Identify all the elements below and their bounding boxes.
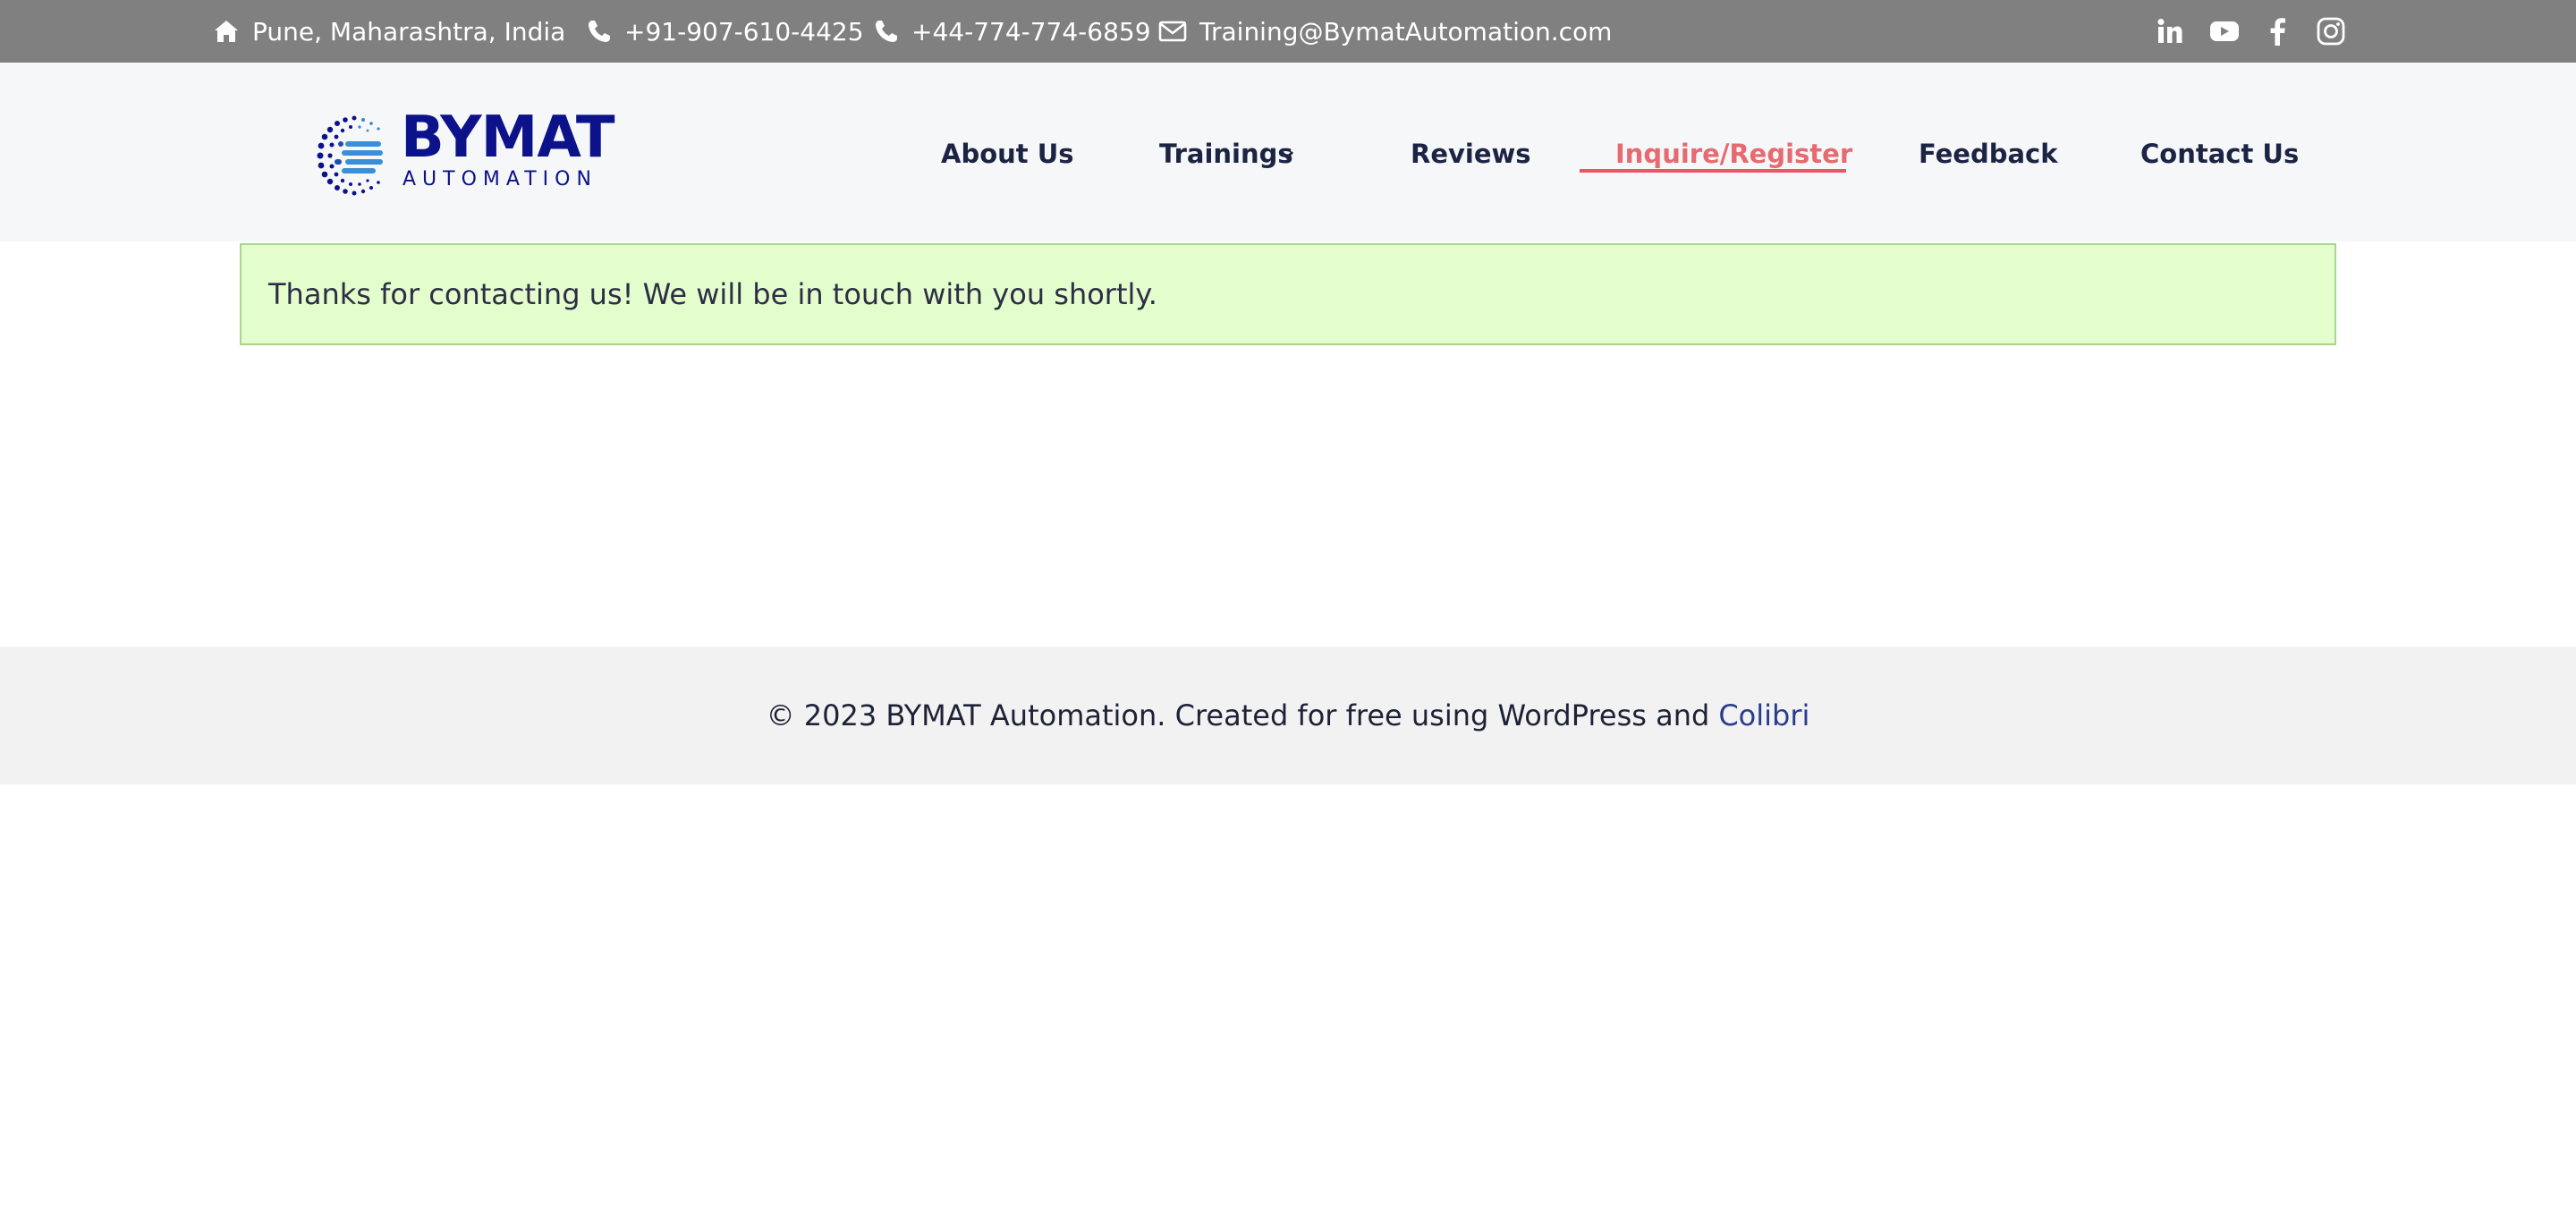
youtube-icon[interactable] xyxy=(2209,16,2240,47)
active-nav-underline xyxy=(1580,169,1846,173)
location-item: Pune, Maharashtra, India xyxy=(213,0,565,63)
logo-mark-icon xyxy=(317,115,383,196)
brand-logo[interactable]: BYMAT AUTOMATION xyxy=(315,109,615,197)
site-footer: © 2023 BYMAT Automation. Created for fre… xyxy=(0,647,2576,784)
phone-uk-item[interactable]: +44-774-774-6859 xyxy=(874,0,1151,63)
footer-copyright: © 2023 BYMAT Automation. Created for fre… xyxy=(766,698,1710,732)
phone-icon xyxy=(589,21,610,42)
phone-india-item[interactable]: +91-907-610-4425 xyxy=(587,0,864,63)
colibri-link[interactable]: Colibri xyxy=(1718,698,1809,732)
email-item[interactable]: Training@BymatAutomation.com xyxy=(1158,0,1612,63)
phone-india-text[interactable]: +91-907-610-4425 xyxy=(624,17,864,47)
nav-inquire-register[interactable]: Inquire/Register xyxy=(1615,136,1852,172)
nav-trainings[interactable]: Trainings xyxy=(1159,136,1302,172)
linkedin-icon[interactable] xyxy=(2155,16,2185,47)
chevron-down-icon xyxy=(1280,150,1294,160)
nav-trainings-label: Trainings xyxy=(1159,139,1293,169)
phone-uk-text[interactable]: +44-774-774-6859 xyxy=(911,17,1151,47)
nav-about-us[interactable]: About Us xyxy=(941,136,1074,172)
top-contact-bar: Pune, Maharashtra, India +91-907-610-442… xyxy=(0,0,2576,63)
envelope-icon xyxy=(1158,21,1187,42)
home-icon xyxy=(215,21,238,42)
logo-wordmark: BYMAT xyxy=(401,105,615,171)
logo-subtitle: AUTOMATION xyxy=(402,168,597,190)
instagram-icon[interactable] xyxy=(2316,16,2346,47)
success-message: Thanks for contacting us! We will be in … xyxy=(240,243,2336,345)
nav-reviews[interactable]: Reviews xyxy=(1411,136,1531,172)
phone-icon xyxy=(876,21,897,42)
nav-contact-us[interactable]: Contact Us xyxy=(2140,136,2299,172)
location-text: Pune, Maharashtra, India xyxy=(252,16,566,47)
site-header: BYMAT AUTOMATION About Us Trainings Revi… xyxy=(0,63,2576,241)
success-message-text: Thanks for contacting us! We will be in … xyxy=(268,277,1157,311)
facebook-icon[interactable] xyxy=(2262,16,2292,47)
email-text[interactable]: Training@BymatAutomation.com xyxy=(1199,17,1612,47)
nav-feedback[interactable]: Feedback xyxy=(1919,136,2058,172)
